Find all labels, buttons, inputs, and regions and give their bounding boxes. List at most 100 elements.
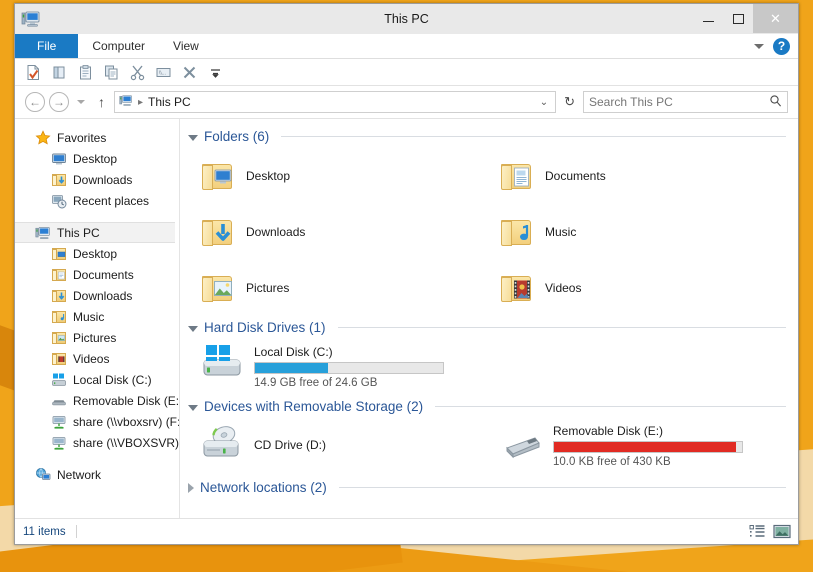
paste-icon[interactable] xyxy=(77,64,94,81)
removable-disk-icon xyxy=(51,393,67,409)
up-button[interactable]: ↑ xyxy=(93,94,110,110)
maximize-button[interactable] xyxy=(723,4,753,33)
tab-view[interactable]: View xyxy=(159,34,213,58)
cut-icon[interactable] xyxy=(129,64,146,81)
minimize-button[interactable] xyxy=(693,4,723,33)
sidebar-item-label: Documents xyxy=(73,267,134,282)
star-icon xyxy=(35,129,51,146)
sidebar-item-label: Pictures xyxy=(73,330,117,345)
list-item[interactable]: Videos xyxy=(487,260,786,316)
chevron-down-icon[interactable] xyxy=(188,325,198,332)
tab-file[interactable]: File xyxy=(15,34,79,58)
properties-icon[interactable] xyxy=(25,64,42,81)
tab-computer[interactable]: Computer xyxy=(78,34,159,58)
list-item[interactable]: Downloads xyxy=(188,204,487,260)
large-icons-view-icon[interactable] xyxy=(773,524,791,539)
list-item[interactable]: Documents xyxy=(487,148,786,204)
pictures-folder-icon xyxy=(202,273,236,303)
sidebar-item-favorites[interactable]: Favorites xyxy=(15,127,179,148)
sidebar-item-label: Videos xyxy=(73,351,110,366)
sidebar-item-label: Downloads xyxy=(73,172,133,187)
sidebar-item-downloads[interactable]: Downloads xyxy=(15,169,179,190)
sidebar-item-recent-places[interactable]: Recent places xyxy=(15,190,179,211)
downloads-folder-icon xyxy=(202,217,236,247)
downloads-folder-icon xyxy=(51,288,67,303)
drive-capacity-text: 10.0 KB free of 430 KB xyxy=(553,456,671,468)
sidebar-item-music[interactable]: Music xyxy=(15,306,179,327)
new-folder-icon[interactable] xyxy=(51,64,68,81)
desktop-folder-icon xyxy=(202,161,236,191)
sidebar-item-removable-disk-e[interactable]: Removable Disk (E:) xyxy=(15,390,179,411)
sidebar-item-documents[interactable]: Documents xyxy=(15,264,179,285)
drive-info: Local Disk (C:) 14.9 GB free of 24.6 GB xyxy=(254,343,444,389)
chevron-right-icon[interactable] xyxy=(188,482,194,493)
hard-drive-windows-icon xyxy=(202,343,244,386)
sidebar-item-network[interactable]: Network xyxy=(15,464,179,485)
section-header-removable-storage[interactable]: Devices with Removable Storage (2) xyxy=(188,399,786,414)
sidebar-item-videos[interactable]: Videos xyxy=(15,348,179,369)
section-header-hard-disk-drives[interactable]: Hard Disk Drives (1) xyxy=(188,320,786,335)
divider xyxy=(435,406,786,407)
sidebar-item-label: Desktop xyxy=(73,246,118,261)
documents-folder-icon xyxy=(51,267,67,282)
section-title: Devices with Removable Storage (2) xyxy=(204,399,424,414)
chevron-down-icon[interactable] xyxy=(188,404,198,411)
sidebar-item-share-vboxsrv[interactable]: share (\\vboxsrv) (F:) xyxy=(15,411,179,432)
sidebar-item-desktop-pc[interactable]: Desktop xyxy=(15,243,179,264)
divider xyxy=(75,525,77,538)
list-item[interactable]: CD Drive (D:) xyxy=(188,418,487,476)
capacity-bar-fill xyxy=(554,442,737,452)
search-input[interactable]: Search This PC xyxy=(583,91,788,113)
sidebar-item-this-pc[interactable]: This PC xyxy=(15,222,175,243)
list-item[interactable]: Local Disk (C:) 14.9 GB free of 24.6 GB xyxy=(188,339,487,397)
sidebar-item-label: share (\\vboxsrv) (F:) xyxy=(73,414,180,429)
sidebar-item-pictures[interactable]: Pictures xyxy=(15,327,179,348)
window-controls: ✕ xyxy=(693,4,798,33)
refresh-button[interactable]: ↻ xyxy=(560,94,579,110)
forward-button[interactable]: → xyxy=(49,92,69,112)
address-input[interactable]: ▸ This PC ⌄ xyxy=(114,91,557,113)
address-bar-controls: ⌄ xyxy=(540,97,551,108)
file-list-pane[interactable]: Folders (6) Desktop Documents Downloads … xyxy=(180,119,798,518)
chevron-down-icon[interactable] xyxy=(188,134,198,141)
sidebar-item-local-disk-c[interactable]: Local Disk (C:) xyxy=(15,369,179,390)
list-item[interactable]: Pictures xyxy=(188,260,487,316)
window-title: This PC xyxy=(384,12,429,26)
music-folder-icon xyxy=(51,309,67,324)
recent-locations-icon[interactable] xyxy=(77,100,85,104)
address-dropdown-icon[interactable]: ⌄ xyxy=(540,97,548,108)
close-icon: ✕ xyxy=(770,10,781,26)
details-view-icon[interactable] xyxy=(749,524,766,539)
drive-capacity-text: 14.9 GB free of 24.6 GB xyxy=(254,377,378,389)
sidebar-item-label: Desktop xyxy=(73,151,118,166)
maximize-icon xyxy=(732,13,744,24)
list-item[interactable]: Removable Disk (E:) 10.0 KB free of 430 … xyxy=(487,418,786,476)
ribbon-right-controls: ? xyxy=(754,34,798,58)
navigation-pane[interactable]: Favorites Desktop Downloads Recent place… xyxy=(15,119,180,518)
close-button[interactable]: ✕ xyxy=(753,4,798,33)
item-label: Videos xyxy=(545,281,582,295)
section-title: Folders (6) xyxy=(204,129,270,144)
divider xyxy=(337,327,786,328)
delete-icon[interactable] xyxy=(181,64,198,81)
list-item[interactable]: Music xyxy=(487,204,786,260)
list-item[interactable]: Desktop xyxy=(188,148,487,204)
section-header-folders[interactable]: Folders (6) xyxy=(188,129,786,144)
removable-drives-grid: CD Drive (D:) Removable Disk (E:) 10.0 K… xyxy=(188,418,786,476)
section-header-network-locations[interactable]: Network locations (2) xyxy=(188,480,786,495)
back-button[interactable]: ← xyxy=(25,92,45,112)
breadcrumb[interactable]: This PC xyxy=(148,95,191,109)
chevron-down-icon[interactable] xyxy=(754,43,764,49)
hard-drives-grid: Local Disk (C:) 14.9 GB free of 24.6 GB xyxy=(188,339,786,397)
divider xyxy=(281,136,786,137)
customize-dropdown-icon[interactable] xyxy=(207,64,224,81)
search-icon[interactable] xyxy=(769,94,782,110)
item-count: 11 items xyxy=(23,525,66,538)
sidebar-item-desktop[interactable]: Desktop xyxy=(15,148,179,169)
rename-icon[interactable]: \\... xyxy=(155,64,172,81)
sidebar-item-share-vboxsvr[interactable]: share (\\VBOXSVR) (Z:) xyxy=(15,432,179,453)
sidebar-item-downloads-pc[interactable]: Downloads xyxy=(15,285,179,306)
help-icon[interactable]: ? xyxy=(773,37,790,55)
copy-icon[interactable] xyxy=(103,64,120,81)
